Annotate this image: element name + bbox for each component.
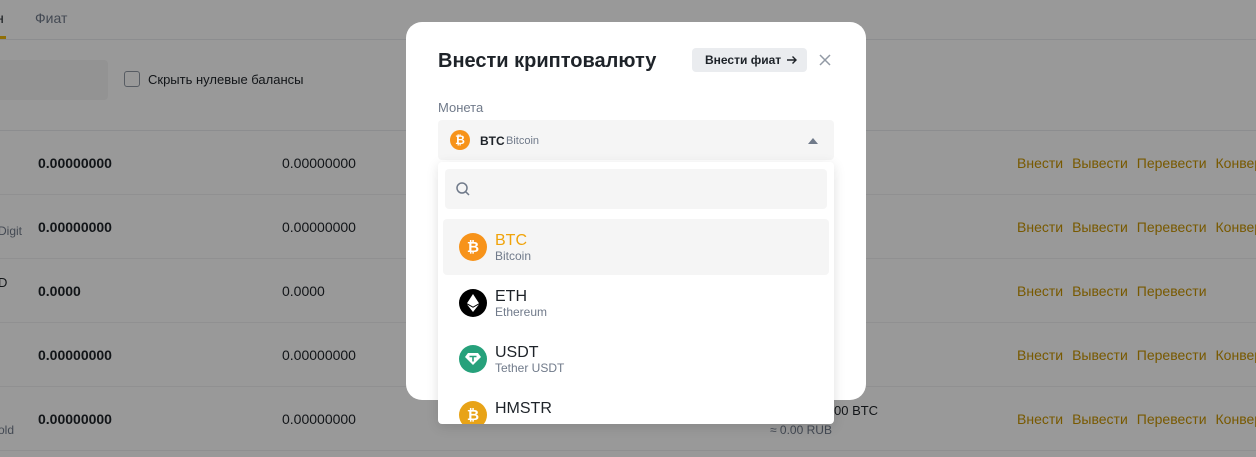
- coin-dropdown: ₿ BTC Bitcoin ETH Ethereum USDT Tether U…: [438, 162, 834, 424]
- coin-option-symbol: ETH: [495, 288, 527, 305]
- coin-option-symbol: USDT: [495, 344, 539, 361]
- selected-coin-name: Bitcoin: [506, 135, 540, 147]
- coin-option-name: Bitcoin: [495, 249, 532, 263]
- ethereum-icon: [459, 289, 487, 317]
- coin-option-eth[interactable]: ETH Ethereum: [443, 275, 829, 331]
- coin-search-input[interactable]: [445, 169, 827, 209]
- search-icon: [456, 182, 470, 196]
- bitcoin-icon: ₿: [459, 233, 487, 261]
- selected-coin-symbol: BTC: [480, 134, 505, 148]
- tether-icon: [459, 345, 487, 373]
- coin-option-usdt[interactable]: USDT Tether USDT: [443, 331, 829, 387]
- bitcoin-icon: ₿: [450, 130, 470, 150]
- arrow-right-icon: [787, 56, 798, 64]
- close-icon[interactable]: [817, 52, 833, 68]
- modal-title: Внести криптовалюту: [438, 50, 657, 72]
- coin-option-symbol: BTC: [495, 232, 527, 249]
- coin-label: Монета: [438, 100, 484, 115]
- deposit-fiat-button[interactable]: Внести фиат: [692, 48, 808, 72]
- coin-option-hmstr[interactable]: ₿ HMSTR: [443, 387, 829, 424]
- coin-option-symbol: HMSTR: [495, 400, 552, 417]
- coin-option-name: Ethereum: [495, 305, 548, 319]
- deposit-fiat-label: Внести фиат: [705, 53, 782, 67]
- coin-option-name: Tether USDT: [495, 361, 565, 375]
- caret-up-icon: [808, 138, 818, 144]
- coin-option-btc[interactable]: ₿ BTC Bitcoin: [443, 219, 829, 275]
- hamster-icon: ₿: [459, 401, 487, 424]
- coin-select[interactable]: ₿ BTC Bitcoin: [438, 120, 834, 160]
